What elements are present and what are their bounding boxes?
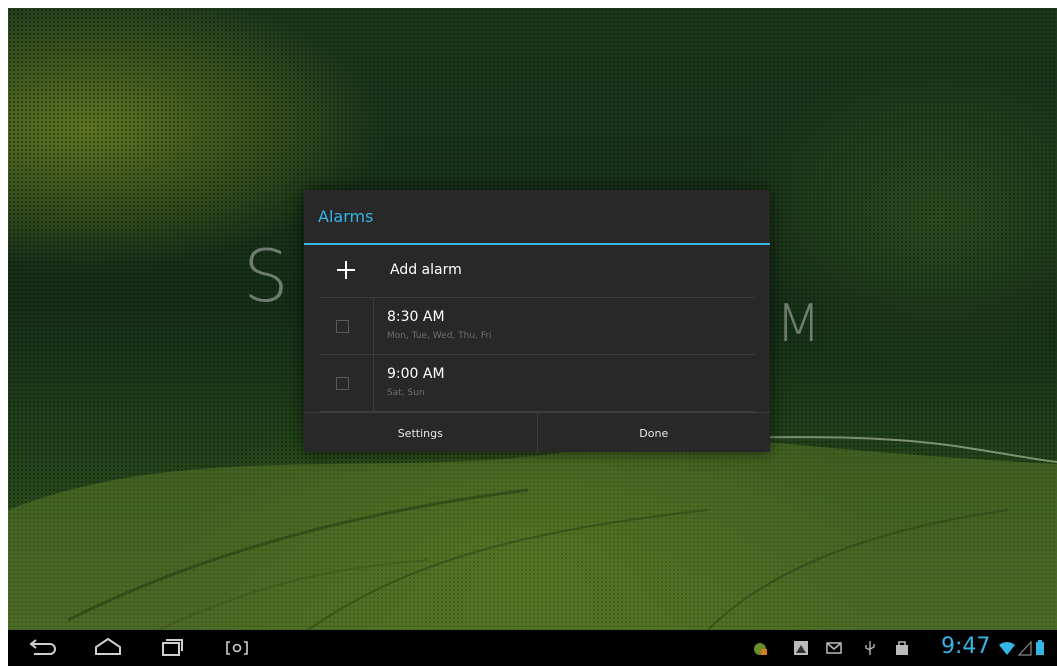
gmail-icon <box>826 642 842 654</box>
clock: 9:47 <box>941 634 991 659</box>
image-notification-icon <box>794 641 808 655</box>
wallpaper-letter-s: S <box>243 234 289 318</box>
alarm-item[interactable]: 8:30 AM Mon, Tue, Wed, Thu, Fri <box>320 298 755 355</box>
settings-button[interactable]: Settings <box>304 413 537 453</box>
plus-icon <box>337 261 355 279</box>
home-icon[interactable] <box>90 630 126 666</box>
dialog-footer: Settings Done <box>304 412 770 453</box>
alarm-item[interactable]: 9:00 AM Sat, Sun <box>320 355 755 412</box>
alarm-time: 8:30 AM <box>387 309 445 325</box>
system-navigation-bar: 9:47 <box>8 630 1057 666</box>
usb-icon <box>865 641 875 655</box>
alarm-days: Mon, Tue, Wed, Thu, Fri <box>387 331 492 341</box>
shopping-bag-icon <box>896 641 908 655</box>
battery-icon <box>1036 640 1044 655</box>
dialog-title: Alarms <box>318 207 374 226</box>
alarm-days: Sat, Sun <box>387 388 425 398</box>
signal-icon <box>1018 640 1032 656</box>
add-alarm-button[interactable]: Add alarm <box>320 245 755 298</box>
dialog-header: Alarms <box>304 190 770 245</box>
add-alarm-label: Add alarm <box>390 262 462 278</box>
screen: S M Alarms Add alarm 8:30 AM Mon, Tue, W… <box>8 8 1057 666</box>
alarm-time: 9:00 AM <box>387 366 445 382</box>
wallpaper-letter-m: M <box>776 294 821 354</box>
app-notification-icon <box>754 643 767 655</box>
done-button[interactable]: Done <box>536 413 771 453</box>
alarm-toggle-area[interactable] <box>320 355 374 411</box>
alarm-toggle-area[interactable] <box>320 298 374 354</box>
screenshot-icon[interactable] <box>222 630 252 666</box>
alarm-enable-checkbox[interactable] <box>336 377 349 390</box>
back-icon[interactable] <box>24 630 58 666</box>
alarms-dialog: Alarms Add alarm 8:30 AM Mon, Tue, Wed, … <box>304 190 770 453</box>
recent-apps-icon[interactable] <box>156 630 186 666</box>
alarm-enable-checkbox[interactable] <box>336 320 349 333</box>
wifi-icon <box>999 641 1015 655</box>
